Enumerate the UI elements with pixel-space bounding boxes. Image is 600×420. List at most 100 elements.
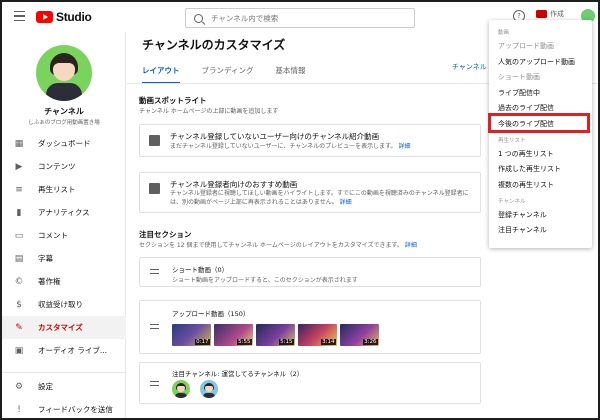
page-title: チャンネルのカスタマイズ [142, 38, 286, 52]
comment-icon: ▭ [14, 230, 24, 241]
video-camera-icon [536, 10, 547, 18]
view-channel-link[interactable]: チャンネル [452, 62, 487, 72]
video-duration: 3:26 [362, 339, 378, 345]
search-box[interactable] [185, 8, 415, 28]
dashboard-icon: ▦ [14, 138, 24, 149]
tab-layout[interactable]: レイアウト [142, 65, 180, 84]
create-label: 作成 [550, 10, 564, 18]
sidebar-item-content[interactable]: ▶ コンテンツ [2, 155, 126, 178]
featured-video-icon [149, 183, 160, 194]
sidebar-item-label: 字幕 [38, 254, 53, 263]
sidebar-item-comment[interactable]: ▭ コメント [2, 224, 126, 247]
sidebar-item-label: カスタマイズ [38, 323, 83, 332]
featured-heading: 注目セクション [139, 230, 192, 239]
learn-more-link[interactable]: 詳細 [405, 242, 417, 249]
spotlight-card-trailer[interactable]: チャンネル登録していないユーザー向けのチャンネル紹介動画 まだチャンネル登録して… [139, 124, 481, 157]
sidebar-item-audio-library[interactable]: ▣ オーディオ ライブ... [2, 339, 126, 362]
spotlight-description: チャンネル ホームページの上部に動画を追加します [139, 108, 279, 115]
audio-library-icon: ▣ [14, 345, 24, 356]
video-thumbnail[interactable]: 3:26 [340, 324, 379, 346]
tab-basic-info[interactable]: 基本情報 [275, 65, 305, 84]
card-description: チャンネル登録者に視聴してほしい動画をハイライトします。すでにこの動画を視聴済み… [170, 190, 469, 206]
sidebar-divider [2, 372, 126, 373]
menu-item[interactable]: 過去のライブ配信 [498, 103, 554, 113]
menu-item[interactable]: 作成した再生リスト [498, 164, 561, 174]
subtitles-icon: ▤ [14, 253, 24, 264]
card-title: チャンネル登録していないユーザー向けのチャンネル紹介動画 [170, 132, 380, 141]
search-icon [194, 13, 203, 23]
search-input[interactable] [211, 13, 391, 23]
feedback-icon: ! [17, 404, 21, 415]
video-duration: 0:17 [194, 339, 210, 345]
video-thumbnail[interactable]: 5:55 [214, 324, 253, 346]
channel-subtitle: しふぁのブログ用動画置き場 [28, 120, 100, 126]
highlight-box [488, 113, 590, 133]
sidebar-item-label: 再生リスト [38, 185, 76, 194]
featured-channel-avatar[interactable] [172, 380, 190, 398]
copyright-icon: © [14, 276, 24, 287]
drag-handle-icon[interactable] [150, 381, 159, 389]
video-thumbnail[interactable]: 3:14 [298, 324, 337, 346]
menu-item: アップロード動画 [498, 42, 554, 50]
menu-icon[interactable] [14, 11, 25, 22]
studio-logo[interactable]: Studio [36, 10, 92, 24]
section-type-menu: 動画アップロード動画人気のアップロード動画 ショート動画 ライブ配信中過去のライブ配… [489, 20, 592, 248]
spotlight-card-featured[interactable]: チャンネル登録者向けのおすすめ動画 チャンネル登録者に視聴してほしい動画をハイラ… [139, 172, 481, 213]
analytics-icon: ▮ [16, 207, 22, 218]
sidebar-nav: ▦ ダッシュボード ▶ コンテンツ ≡ 再生リスト ▮ アナリティクス ▭ コメント ▤ 字幕 © 著作権… [2, 132, 126, 362]
shelf-title: アップロード動画（150） [172, 310, 250, 318]
menu-group-heading: 再生リスト [498, 137, 526, 144]
sidebar-item-monetization[interactable]: $ 収益受け取り [2, 293, 126, 316]
sidebar-item-customize[interactable]: ✎ カスタマイズ [2, 316, 126, 339]
drag-handle-icon[interactable] [150, 324, 159, 332]
menu-item[interactable]: 登録チャンネル [498, 210, 547, 220]
settings-icon: ⚙ [14, 381, 24, 392]
playlist-icon: ≡ [15, 184, 23, 195]
menu-item[interactable]: 1 つの再生リスト [498, 149, 554, 159]
create-button[interactable]: 作成 [536, 9, 564, 19]
sidebar-item-analytics[interactable]: ▮ アナリティクス [2, 201, 126, 224]
learn-more-link[interactable]: 詳細 [398, 143, 410, 150]
sidebar-item-subtitles[interactable]: ▤ 字幕 [2, 247, 126, 270]
customize-icon: ✎ [15, 322, 23, 333]
video-duration: 5:15 [278, 339, 294, 345]
sidebar-item-copyright[interactable]: © 著作権 [2, 270, 126, 293]
menu-item[interactable]: ライブ配信中 [498, 88, 540, 98]
monetization-icon: $ [16, 299, 22, 310]
drag-handle-icon[interactable] [150, 269, 159, 277]
sidebar-item-label: 著作権 [38, 277, 61, 286]
tab-branding[interactable]: ブランディング [202, 65, 254, 84]
channel-name: チャンネル [44, 107, 84, 116]
menu-item[interactable]: 注目チャンネル [498, 225, 547, 235]
shelf-shorts[interactable]: ショート動画（0） ショート動画をアップロードすると、このセクションが表示されま… [139, 257, 481, 287]
shelf-description: ショート動画をアップロードすると、このセクションが表示されます [172, 277, 358, 284]
sidebar-item-label: コンテンツ [38, 162, 76, 171]
sidebar-item-feedback[interactable]: ! フィードバックを送信 [2, 398, 126, 418]
video-duration: 3:14 [320, 339, 336, 345]
menu-item: ショート動画 [498, 73, 540, 81]
sidebar-item-label: フィードバックを送信 [38, 405, 113, 414]
shelf-featured-channels[interactable]: 注目チャンネル: 運営してるチャンネル（2） [139, 362, 481, 404]
sidebar-bottom-nav: ⚙ 設定! フィードバックを送信 [2, 370, 126, 418]
shelf-uploads[interactable]: アップロード動画（150） 0:17 5:55 5:15 3:14 3:26 [139, 300, 481, 354]
learn-more-link[interactable]: 詳細 [340, 199, 352, 206]
menu-item[interactable]: 複数の再生リスト [498, 180, 554, 190]
sidebar-item-label: ダッシュボード [38, 139, 91, 148]
menu-item[interactable]: 人気のアップロード動画 [498, 57, 575, 67]
video-thumbnail[interactable]: 0:17 [172, 324, 211, 346]
featured-channel-avatar[interactable] [200, 380, 218, 398]
logo-text: Studio [56, 10, 92, 24]
shelf-title: 注目チャンネル: 運営してるチャンネル（2） [172, 370, 304, 378]
tab-bar: レイアウト ブランディング 基本情報 [142, 65, 327, 84]
channel-avatar[interactable] [36, 45, 92, 101]
video-thumbnail[interactable]: 5:15 [256, 324, 295, 346]
sidebar-item-label: 収益受け取り [38, 300, 83, 309]
sidebar-item-label: オーディオ ライブ... [38, 346, 108, 355]
sidebar-item-label: アナリティクス [38, 208, 90, 217]
sidebar-item-settings[interactable]: ⚙ 設定 [2, 375, 126, 398]
menu-group-heading: 動画 [498, 30, 510, 36]
sidebar-item-playlist[interactable]: ≡ 再生リスト [2, 178, 126, 201]
card-description: まだチャンネル登録していないユーザーに、チャンネルのプレビューを表示します。 詳… [170, 143, 411, 150]
spotlight-heading: 動画スポットライト [139, 96, 207, 105]
sidebar-item-dashboard[interactable]: ▦ ダッシュボード [2, 132, 126, 155]
